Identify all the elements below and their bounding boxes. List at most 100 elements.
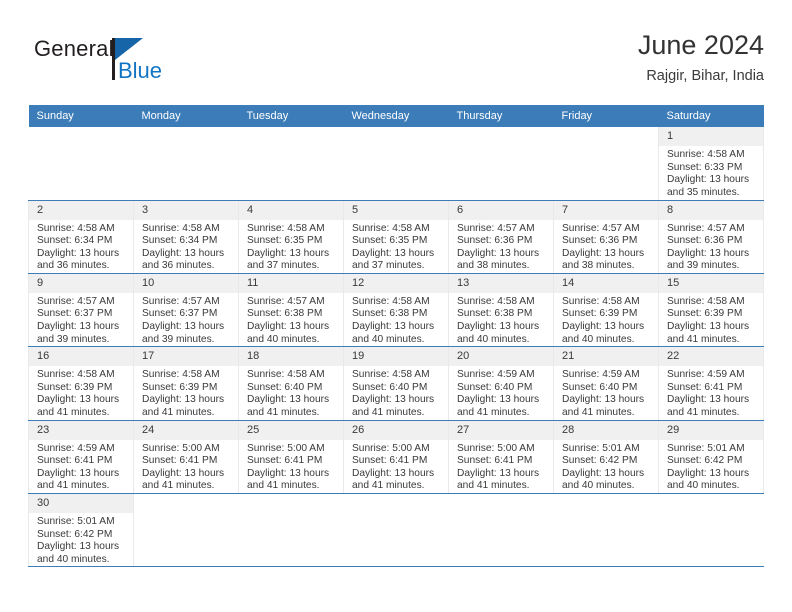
page-header: General Blue June 2024 Rajgir, Bihar, In…	[28, 28, 764, 100]
day-cell-20[interactable]: 20 Sunrise: 4:59 AM Sunset: 6:40 PM Dayligh…	[448, 346, 554, 421]
sun-info-line: Sunrise: 4:57 AM	[667, 222, 745, 234]
sun-info-line: Daylight: 13 hours	[352, 467, 435, 479]
day-cell-28[interactable]: 28 Sunrise: 5:01 AM Sunset: 6:42 PM Dayligh…	[553, 420, 659, 495]
sun-info-line: and 37 minutes.	[247, 260, 320, 272]
day-cell-empty	[238, 127, 344, 201]
sun-info: Sunrise: 4:58 AM Sunset: 6:39 PM Daylight:…	[659, 293, 763, 346]
day-number: 9	[29, 273, 133, 293]
day-cell-empty	[133, 127, 239, 201]
sun-info-line: Sunset: 6:42 PM	[37, 528, 113, 540]
day-cell-8[interactable]: 8 Sunrise: 4:57 AM Sunset: 6:36 PM Daylight…	[658, 200, 764, 274]
sun-info-line: and 40 minutes.	[457, 333, 530, 345]
day-cell-30[interactable]: 30 Sunrise: 5:01 AM Sunset: 6:42 PM Dayligh…	[28, 493, 134, 568]
sun-info-line: Daylight: 13 hours	[562, 321, 645, 333]
day-cell-25[interactable]: 25 Sunrise: 5:00 AM Sunset: 6:41 PM Dayligh…	[238, 420, 344, 495]
day-cell-21[interactable]: 21 Sunrise: 4:59 AM Sunset: 6:40 PM Dayligh…	[553, 346, 659, 421]
day-number: 5	[344, 200, 448, 220]
sun-info-line: Sunset: 6:41 PM	[667, 381, 743, 393]
day-number: 14	[554, 273, 658, 293]
sun-info: Sunrise: 4:58 AM Sunset: 6:34 PM Daylight:…	[29, 220, 133, 273]
sun-info-line: Sunset: 6:40 PM	[457, 381, 533, 393]
sun-info-line: Daylight: 13 hours	[37, 467, 120, 479]
day-cell-17[interactable]: 17 Sunrise: 4:58 AM Sunset: 6:39 PM Dayligh…	[133, 346, 239, 421]
day-cell-11[interactable]: 11 Sunrise: 4:57 AM Sunset: 6:38 PM Dayligh…	[238, 273, 344, 348]
logo-word-general: General	[34, 36, 114, 61]
sun-info-line: and 41 minutes.	[352, 407, 425, 419]
day-cell-19[interactable]: 19 Sunrise: 4:58 AM Sunset: 6:40 PM Dayligh…	[343, 346, 449, 421]
day-number: 24	[134, 420, 238, 440]
day-cell-9[interactable]: 9 Sunrise: 4:57 AM Sunset: 6:37 PM Daylight…	[28, 273, 134, 348]
day-number	[344, 494, 449, 513]
logo-flag-icon	[115, 38, 143, 60]
day-cell-13[interactable]: 13 Sunrise: 4:58 AM Sunset: 6:38 PM Dayligh…	[448, 273, 554, 348]
week-row: 1 Sunrise: 4:58 AM Sunset: 6:33 PM Daylight…	[28, 127, 764, 201]
sun-info: Sunrise: 4:57 AM Sunset: 6:36 PM Daylight:…	[659, 220, 763, 273]
page-title: June 2024	[637, 30, 764, 60]
day-number	[659, 494, 764, 513]
sun-info-line: Sunrise: 4:57 AM	[142, 295, 220, 307]
day-number: 8	[659, 200, 763, 220]
sun-info: Sunrise: 5:00 AM Sunset: 6:41 PM Daylight:…	[449, 440, 553, 493]
sun-info-line: Daylight: 13 hours	[667, 394, 750, 406]
day-cell-12[interactable]: 12 Sunrise: 4:58 AM Sunset: 6:38 PM Dayligh…	[343, 273, 449, 348]
weekday-header-tuesday: Tuesday	[238, 105, 344, 127]
weekday-header-wednesday: Wednesday	[343, 105, 449, 127]
day-cell-23[interactable]: 23 Sunrise: 4:59 AM Sunset: 6:41 PM Dayligh…	[28, 420, 134, 495]
sun-info-line: Sunrise: 4:58 AM	[457, 295, 535, 307]
day-cell-4[interactable]: 4 Sunrise: 4:58 AM Sunset: 6:35 PM Daylight…	[238, 200, 344, 274]
day-cell-26[interactable]: 26 Sunrise: 5:00 AM Sunset: 6:41 PM Dayligh…	[343, 420, 449, 495]
sun-info-line: Daylight: 13 hours	[352, 321, 435, 333]
day-cell-15[interactable]: 15 Sunrise: 4:58 AM Sunset: 6:39 PM Dayligh…	[658, 273, 764, 348]
day-cell-10[interactable]: 10 Sunrise: 4:57 AM Sunset: 6:37 PM Dayligh…	[133, 273, 239, 348]
day-number: 11	[239, 273, 343, 293]
day-number: 18	[239, 347, 343, 367]
day-number: 2	[29, 200, 133, 220]
sun-info-line: Sunset: 6:38 PM	[352, 308, 428, 320]
calendar-page: General Blue June 2024 Rajgir, Bihar, In…	[0, 0, 792, 612]
sun-info-line: Daylight: 13 hours	[247, 321, 330, 333]
sun-info-line: Sunrise: 4:57 AM	[457, 222, 535, 234]
day-number: 15	[659, 273, 763, 293]
day-cell-5[interactable]: 5 Sunrise: 4:58 AM Sunset: 6:35 PM Daylight…	[343, 200, 449, 274]
sun-info-line: Sunset: 6:39 PM	[562, 308, 638, 320]
day-number: 7	[554, 200, 658, 220]
day-cell-22[interactable]: 22 Sunrise: 4:59 AM Sunset: 6:41 PM Dayligh…	[658, 346, 764, 421]
day-cell-6[interactable]: 6 Sunrise: 4:57 AM Sunset: 6:36 PM Daylight…	[448, 200, 554, 274]
day-cell-24[interactable]: 24 Sunrise: 5:00 AM Sunset: 6:41 PM Dayligh…	[133, 420, 239, 495]
sun-info-line: and 41 minutes.	[667, 407, 740, 419]
week-row: 30 Sunrise: 5:01 AM Sunset: 6:42 PM Dayligh…	[28, 493, 764, 568]
month-weeks: 1 Sunrise: 4:58 AM Sunset: 6:33 PM Daylight…	[28, 127, 764, 568]
title-block: June 2024 Rajgir, Bihar, India	[638, 28, 764, 87]
day-number: 22	[659, 347, 763, 367]
sun-info-line: Sunrise: 4:58 AM	[667, 295, 745, 307]
day-cell-3[interactable]: 3 Sunrise: 4:58 AM Sunset: 6:34 PM Daylight…	[133, 200, 239, 274]
sun-info-line: and 41 minutes.	[142, 407, 215, 419]
day-number: 17	[134, 347, 238, 367]
day-cell-2[interactable]: 2 Sunrise: 4:58 AM Sunset: 6:34 PM Daylight…	[28, 200, 134, 274]
sun-info: Sunrise: 4:57 AM Sunset: 6:37 PM Daylight:…	[134, 293, 238, 346]
sun-info-line: Daylight: 13 hours	[37, 394, 120, 406]
sun-info-line: and 35 minutes.	[667, 186, 740, 198]
sun-info-line: Daylight: 13 hours	[247, 247, 330, 259]
day-number: 4	[239, 200, 343, 220]
day-cell-7[interactable]: 7 Sunrise: 4:57 AM Sunset: 6:36 PM Daylight…	[553, 200, 659, 274]
sun-info: Sunrise: 5:00 AM Sunset: 6:41 PM Daylight:…	[134, 440, 238, 493]
day-cell-18[interactable]: 18 Sunrise: 4:58 AM Sunset: 6:40 PM Dayligh…	[238, 346, 344, 421]
sun-info-line: Sunset: 6:33 PM	[667, 161, 743, 173]
weekday-header-saturday: Saturday	[658, 105, 764, 127]
day-cell-1[interactable]: 1 Sunrise: 4:58 AM Sunset: 6:33 PM Daylight…	[658, 127, 764, 201]
sun-info-line: and 41 minutes.	[562, 407, 635, 419]
day-number: 1	[659, 127, 763, 146]
day-cell-14[interactable]: 14 Sunrise: 4:58 AM Sunset: 6:39 PM Dayligh…	[553, 273, 659, 348]
sun-info: Sunrise: 4:57 AM Sunset: 6:38 PM Daylight:…	[239, 293, 343, 346]
sun-info-line: and 39 minutes.	[667, 260, 740, 272]
general-blue-logo: General Blue	[34, 36, 254, 96]
sun-info-line: Daylight: 13 hours	[562, 394, 645, 406]
day-number: 29	[659, 420, 763, 440]
sun-info: Sunrise: 5:00 AM Sunset: 6:41 PM Daylight:…	[239, 440, 343, 493]
day-cell-29[interactable]: 29 Sunrise: 5:01 AM Sunset: 6:42 PM Dayligh…	[658, 420, 764, 495]
sun-info-line: Daylight: 13 hours	[37, 541, 120, 553]
day-cell-16[interactable]: 16 Sunrise: 4:58 AM Sunset: 6:39 PM Dayligh…	[28, 346, 134, 421]
day-cell-27[interactable]: 27 Sunrise: 5:00 AM Sunset: 6:41 PM Dayligh…	[448, 420, 554, 495]
sun-info: Sunrise: 4:58 AM Sunset: 6:39 PM Daylight:…	[29, 366, 133, 419]
